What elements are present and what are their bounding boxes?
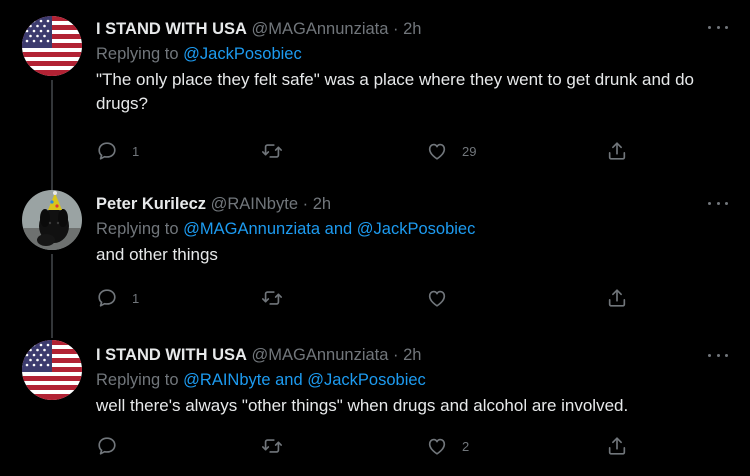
reply-count: 1: [132, 290, 140, 306]
replying-to: Replying to @MAGAnnunziata and @JackPoso…: [96, 218, 730, 240]
mention-link[interactable]: @MAGAnnunziata: [183, 220, 320, 238]
tweet-text: well there's always "other things" when …: [96, 396, 629, 415]
separator-dot: ·: [393, 346, 399, 364]
tweet-text: "The only place they felt safe" was a pl…: [96, 70, 694, 113]
share-button[interactable]: [606, 434, 628, 458]
avatar[interactable]: [22, 340, 82, 400]
timestamp[interactable]: 2h: [403, 346, 421, 364]
retweet-button[interactable]: [261, 139, 297, 163]
mention-link[interactable]: @JackPosobiec: [357, 220, 476, 238]
reply-icon: [98, 437, 116, 455]
reply-button[interactable]: [96, 434, 132, 458]
tweet[interactable]: I STAND WITH USA @MAGAnnunziata · 2h Rep…: [0, 328, 750, 476]
replying-to-label: Replying to: [96, 45, 179, 63]
dog-avatar-icon: [22, 190, 82, 250]
heart-icon: [428, 143, 446, 160]
replying-to-label: Replying to: [96, 220, 179, 238]
like-count: 2: [462, 438, 470, 454]
more-options-icon[interactable]: [708, 350, 728, 360]
mention-joiner: and: [275, 371, 303, 389]
reply-icon: [98, 142, 116, 160]
tweet-header: I STAND WITH USA @MAGAnnunziata · 2h: [96, 344, 730, 366]
thread-connector: [51, 254, 53, 338]
like-button[interactable]: [426, 286, 462, 310]
retweet-icon: [262, 144, 282, 158]
like-button[interactable]: 2: [426, 434, 469, 458]
tweet-header: I STAND WITH USA @MAGAnnunziata · 2h: [96, 18, 730, 40]
us-flag-icon: [22, 16, 82, 76]
tweet-content: I STAND WITH USA @MAGAnnunziata · 2h Rep…: [96, 18, 730, 116]
share-icon: [608, 437, 626, 455]
mention-link[interactable]: @JackPosobiec: [307, 371, 426, 389]
user-handle[interactable]: @MAGAnnunziata: [252, 346, 389, 364]
tweet-header: Peter Kurilecz @RAINbyte · 2h: [96, 193, 730, 215]
share-icon: [608, 289, 626, 307]
avatar[interactable]: [22, 16, 82, 76]
avatar[interactable]: [22, 190, 82, 250]
retweet-button[interactable]: [261, 434, 297, 458]
separator-dot: ·: [393, 20, 399, 38]
retweet-button[interactable]: [261, 286, 297, 310]
share-button[interactable]: [606, 286, 628, 310]
mention-joiner: and: [324, 220, 353, 238]
heart-icon: [428, 438, 446, 455]
share-icon: [608, 142, 626, 160]
tweet[interactable]: Peter Kurilecz @RAINbyte · 2h Replying t…: [0, 176, 750, 328]
tweet[interactable]: I STAND WITH USA @MAGAnnunziata · 2h Rep…: [0, 0, 750, 176]
tweet-actions: 1 29: [96, 139, 636, 163]
replying-to: Replying to @RAINbyte and @JackPosobiec: [96, 369, 730, 391]
us-flag-icon: [22, 340, 82, 400]
tweet-actions: 2: [96, 434, 636, 458]
retweet-icon: [262, 439, 282, 453]
display-name[interactable]: I STAND WITH USA: [96, 346, 247, 364]
retweet-icon: [262, 291, 282, 305]
reply-button[interactable]: 1: [96, 286, 139, 310]
tweet-thread: I STAND WITH USA @MAGAnnunziata · 2h Rep…: [0, 0, 750, 476]
reply-icon: [98, 289, 116, 307]
share-button[interactable]: [606, 139, 628, 163]
separator-dot: ·: [302, 195, 309, 213]
reply-button[interactable]: 1: [96, 139, 139, 163]
display-name[interactable]: Peter Kurilecz: [96, 195, 206, 213]
display-name[interactable]: I STAND WITH USA: [96, 20, 247, 38]
timestamp[interactable]: 2h: [313, 195, 331, 213]
heart-icon: [428, 290, 446, 307]
replying-to: Replying to @JackPosobiec: [96, 43, 730, 65]
tweet-text: and other things: [96, 245, 218, 264]
like-button[interactable]: 29: [426, 139, 476, 163]
replying-to-label: Replying to: [96, 371, 179, 389]
mention-link[interactable]: @JackPosobiec: [183, 45, 302, 63]
timestamp[interactable]: 2h: [403, 20, 421, 38]
more-options-icon[interactable]: [708, 198, 728, 208]
reply-count: 1: [132, 143, 140, 159]
user-handle[interactable]: @MAGAnnunziata: [252, 20, 389, 38]
mention-link[interactable]: @RAINbyte: [183, 371, 270, 389]
user-handle[interactable]: @RAINbyte: [211, 195, 298, 213]
tweet-actions: 1: [96, 286, 636, 310]
tweet-content: I STAND WITH USA @MAGAnnunziata · 2h Rep…: [96, 344, 730, 418]
like-count: 29: [462, 143, 477, 159]
more-options-icon[interactable]: [708, 22, 728, 32]
tweet-content: Peter Kurilecz @RAINbyte · 2h Replying t…: [96, 193, 730, 267]
